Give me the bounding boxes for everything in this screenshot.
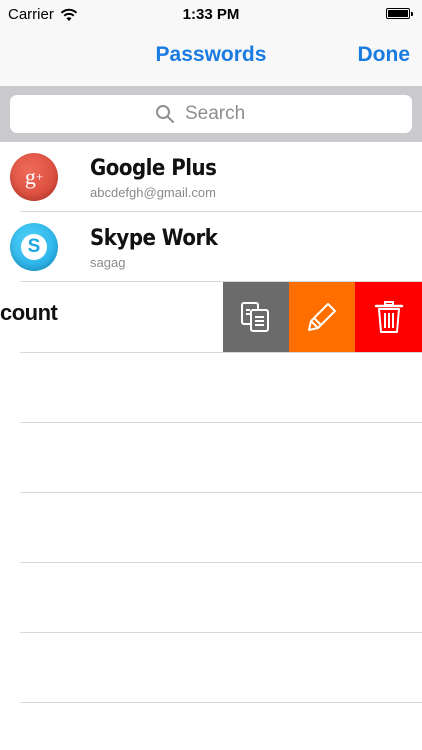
row-divider [20,632,422,633]
trash-icon [374,301,403,333]
search-bar [0,86,422,142]
delete-button[interactable] [355,282,422,352]
item-title: Google Plus [90,156,217,181]
copy-icon [241,302,269,332]
battery-icon [386,8,413,19]
row-divider [20,352,422,353]
status-time: 1:33 PM [182,6,240,23]
item-title: count [0,300,58,325]
navigation-bar: Passwords Done [0,30,422,86]
google-plus-icon: g + [10,153,58,201]
item-title: Skype Work [90,226,218,251]
done-button[interactable]: Done [358,43,411,67]
edit-button[interactable] [289,282,355,352]
search-box[interactable] [10,95,412,133]
row-divider [20,702,422,703]
row-divider [20,562,422,563]
copy-button[interactable] [223,282,289,352]
list-item-skype-work[interactable]: S Skype Work sagag [0,212,422,282]
list-item-google-plus[interactable]: g + Google Plus abcdefgh@gmail.com [0,142,422,212]
item-subtitle: abcdefgh@gmail.com [90,185,216,200]
row-divider [20,422,422,423]
pencil-icon [308,303,336,331]
search-icon [156,105,174,123]
list-item-swiped[interactable]: count [0,282,422,352]
row-divider [20,492,422,493]
status-bar: Carrier 1:33 PM [0,0,422,30]
search-input[interactable] [183,102,267,126]
item-subtitle: sagag [90,255,126,270]
skype-icon: S [10,223,58,271]
